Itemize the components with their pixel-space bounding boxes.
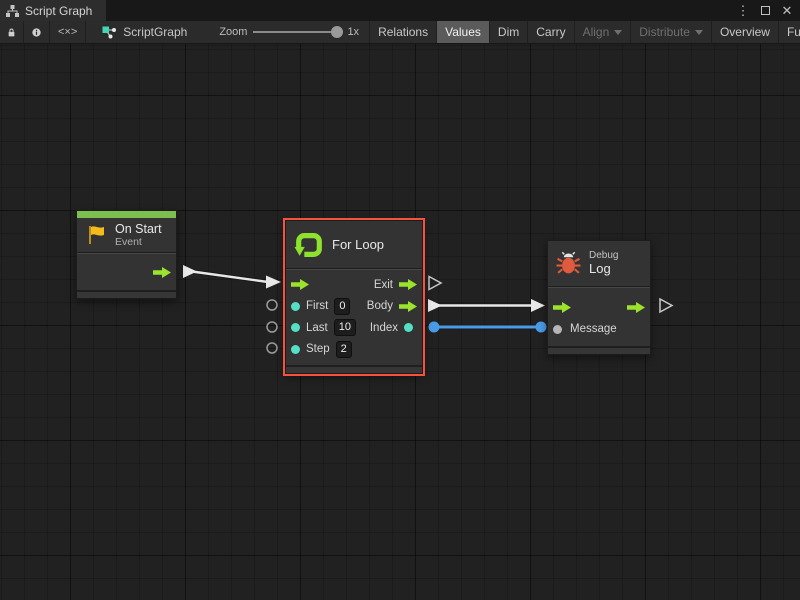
port-label-index: Index <box>370 322 398 334</box>
bug-icon <box>556 251 581 276</box>
graph-asset-label: ScriptGraph <box>123 25 187 39</box>
window-controls: ⋮ ✕ <box>734 0 796 21</box>
distribute-label: Distribute <box>639 25 690 39</box>
last-input-port[interactable] <box>291 323 300 332</box>
node-subtitle: Event <box>115 236 162 248</box>
node-footer <box>77 290 176 298</box>
step-value-field[interactable]: 2 <box>336 341 352 358</box>
relations-button[interactable]: Relations <box>369 21 436 43</box>
code-view-button[interactable]: <×> <box>50 21 86 43</box>
zoom-label: Zoom <box>219 26 247 38</box>
port-row <box>548 296 650 318</box>
first-value-field[interactable]: 0 <box>334 298 350 315</box>
node-on-start[interactable]: On Start Event <box>76 210 177 299</box>
align-label: Align <box>583 25 610 39</box>
node-for-loop[interactable]: For Loop Exit First <box>285 220 423 374</box>
body-output-port[interactable] <box>399 301 417 312</box>
graph-tab-icon <box>6 5 19 17</box>
loop-icon <box>294 230 324 260</box>
script-graph-asset-icon <box>102 26 117 39</box>
toolbar: <×> ScriptGraph Zoom 1x Relations Values… <box>0 21 800 44</box>
zoom-slider[interactable] <box>253 31 341 33</box>
fullscreen-button[interactable]: Full Screen <box>778 21 800 43</box>
info-icon <box>32 26 41 39</box>
flag-icon <box>85 224 107 246</box>
last-value-field[interactable]: 10 <box>334 319 356 336</box>
chevron-down-icon <box>614 30 622 35</box>
node-title: Log <box>589 262 618 277</box>
code-icon: <×> <box>58 26 77 38</box>
lock-icon <box>8 26 15 39</box>
port-row: Step 2 <box>286 339 422 361</box>
info-button[interactable] <box>24 21 50 43</box>
zoom-control: Zoom 1x <box>197 21 369 43</box>
node-header: On Start Event <box>77 218 176 253</box>
align-dropdown[interactable]: Align <box>574 21 631 43</box>
node-debug-log[interactable]: Debug Log Message <box>547 240 651 355</box>
titlebar: Script Graph ⋮ ✕ <box>0 0 800 21</box>
lock-button[interactable] <box>0 21 24 43</box>
message-input-port[interactable] <box>553 325 562 334</box>
script-graph-window: Script Graph ⋮ ✕ <×> <box>0 0 800 600</box>
chevron-down-icon <box>695 30 703 35</box>
dim-button[interactable]: Dim <box>489 21 527 43</box>
port-label-first: First <box>306 300 328 312</box>
enter-input-port[interactable] <box>291 279 309 290</box>
zoom-slider-handle[interactable] <box>331 26 343 38</box>
zoom-level: 1x <box>347 26 359 38</box>
port-label-exit: Exit <box>374 279 393 291</box>
exit-output-port[interactable] <box>399 279 417 290</box>
event-stripe <box>77 211 176 218</box>
ports: Exit First 0 Body <box>286 269 422 365</box>
port-label-body: Body <box>367 300 393 312</box>
node-footer <box>548 346 650 354</box>
maximize-button[interactable] <box>756 2 774 20</box>
trigger-output-port[interactable] <box>153 267 171 278</box>
tab-script-graph[interactable]: Script Graph <box>0 0 106 21</box>
graph-asset[interactable]: ScriptGraph <box>86 21 197 43</box>
ports: Message <box>548 287 650 346</box>
maximize-icon <box>761 6 770 15</box>
close-button[interactable]: ✕ <box>778 2 796 20</box>
index-output-port[interactable] <box>404 323 413 332</box>
node-title: For Loop <box>332 237 384 252</box>
node-footer <box>286 365 422 373</box>
values-button[interactable]: Values <box>436 21 489 43</box>
port-label-step: Step <box>306 343 330 355</box>
window-menu-button[interactable]: ⋮ <box>734 2 752 20</box>
port-row: Last 10 Index <box>286 317 422 339</box>
enter-input-port[interactable] <box>553 302 571 313</box>
node-header: Debug Log <box>548 241 650 287</box>
port-row: Message <box>548 318 650 340</box>
port-row <box>77 257 176 287</box>
distribute-dropdown[interactable]: Distribute <box>630 21 711 43</box>
step-input-port[interactable] <box>291 345 300 354</box>
overview-button[interactable]: Overview <box>711 21 778 43</box>
port-label-message: Message <box>570 323 617 335</box>
ports <box>77 253 176 290</box>
carry-button[interactable]: Carry <box>527 21 573 43</box>
tab-title: Script Graph <box>25 4 92 18</box>
port-label-last: Last <box>306 322 328 334</box>
exit-output-port[interactable] <box>627 302 645 313</box>
first-input-port[interactable] <box>291 302 300 311</box>
port-row: Exit <box>286 274 422 296</box>
port-row: First 0 Body <box>286 296 422 318</box>
node-title: On Start <box>115 222 162 236</box>
node-header: For Loop <box>286 221 422 269</box>
